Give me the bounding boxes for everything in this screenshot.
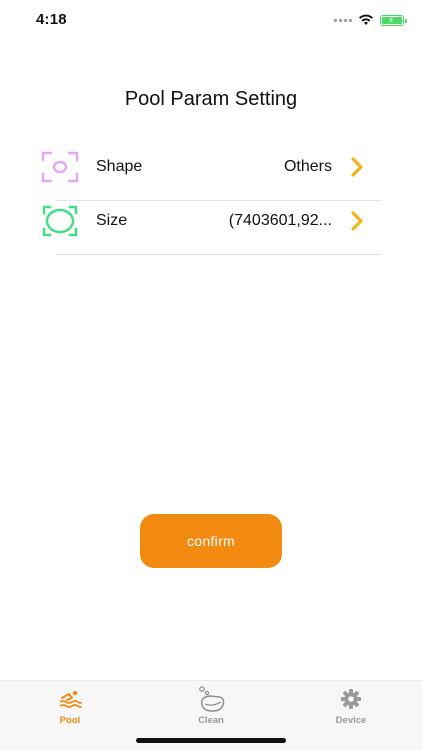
tab-device[interactable]: Device: [311, 685, 391, 726]
soap-icon: [196, 685, 226, 713]
chevron-right-icon: [346, 210, 368, 232]
cellular-signal-icon: [334, 18, 352, 22]
shape-label: Shape: [96, 158, 143, 175]
divider: [56, 254, 382, 255]
chevron-right-icon: [346, 156, 368, 178]
tab-label: Device: [335, 715, 367, 726]
size-row[interactable]: Size (7403601,92...: [40, 194, 380, 248]
status-indicators: ⚡: [334, 14, 407, 26]
size-label: Size: [96, 212, 128, 229]
home-indicator[interactable]: [136, 738, 286, 743]
shape-row[interactable]: Shape Others: [40, 140, 380, 194]
swimmer-icon: [55, 685, 85, 713]
status-time: 4:18: [36, 11, 67, 28]
tab-label: Pool: [59, 715, 81, 726]
size-value: (7403601,92...: [228, 212, 332, 229]
page-title: Pool Param Setting: [124, 88, 298, 110]
tab-clean[interactable]: Clean: [171, 685, 251, 726]
wifi-icon: [358, 14, 374, 26]
confirm-button[interactable]: confirm: [140, 514, 282, 568]
shape-value: Others: [283, 158, 332, 175]
tab-label: Clean: [198, 715, 224, 726]
status-bar: 4:18 ⚡: [0, 0, 422, 44]
battery-icon: ⚡: [380, 14, 407, 26]
size-ellipse-icon: [40, 201, 80, 241]
gear-icon: [336, 685, 366, 713]
shape-frame-icon: [40, 147, 80, 187]
tab-pool[interactable]: Pool: [30, 685, 110, 726]
